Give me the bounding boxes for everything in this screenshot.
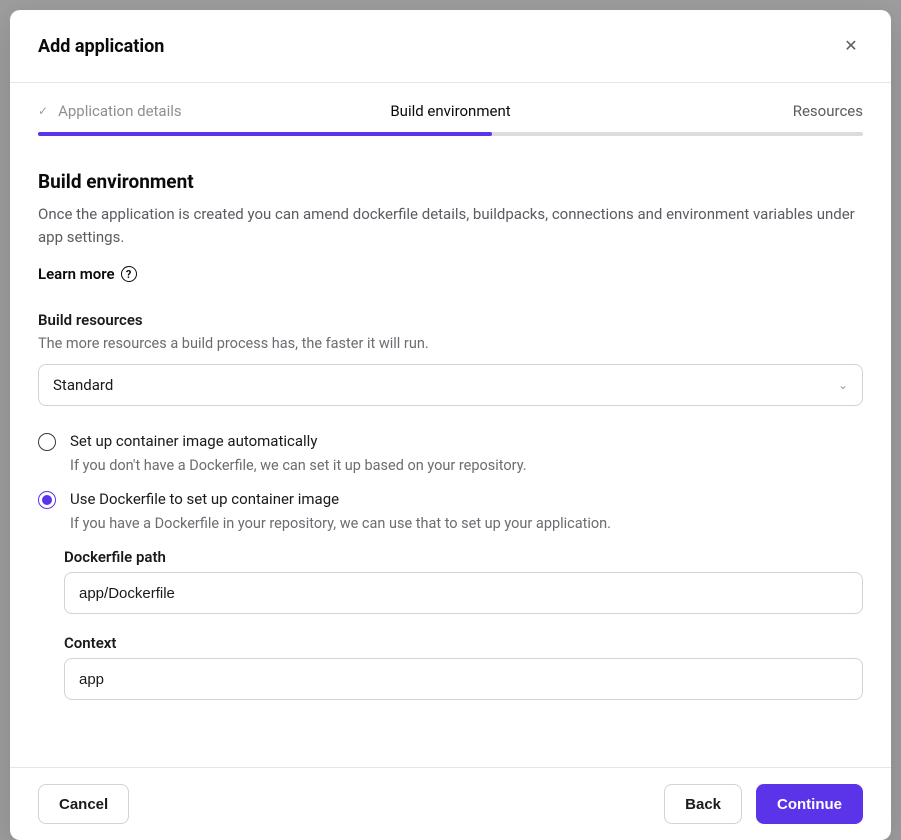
dockerfile-path-label: Dockerfile path bbox=[64, 548, 863, 566]
continue-button[interactable]: Continue bbox=[756, 784, 863, 824]
footer-right: Back Continue bbox=[664, 784, 863, 824]
dockerfile-path-input[interactable] bbox=[64, 572, 863, 614]
radio-dockerfile-setup[interactable]: Use Dockerfile to set up container image bbox=[38, 490, 863, 509]
cancel-button[interactable]: Cancel bbox=[38, 784, 129, 824]
container-setup-group: Set up container image automatically If … bbox=[38, 432, 863, 700]
context-label: Context bbox=[64, 634, 863, 652]
build-resources-hint: The more resources a build process has, … bbox=[38, 335, 863, 352]
chevron-down-icon: ⌄ bbox=[838, 378, 848, 392]
progress-track bbox=[38, 132, 863, 136]
back-button[interactable]: Back bbox=[664, 784, 742, 824]
step-label: Resources bbox=[793, 102, 863, 120]
step-resources[interactable]: Resources bbox=[588, 101, 863, 120]
build-resources-selected: Standard bbox=[53, 376, 113, 394]
context-input[interactable] bbox=[64, 658, 863, 700]
radio-icon-selected bbox=[38, 491, 56, 509]
radio-label: Set up container image automatically bbox=[70, 432, 317, 450]
radio-label: Use Dockerfile to set up container image bbox=[70, 490, 339, 508]
progress-fill bbox=[38, 132, 492, 136]
add-application-modal: Add application ✕ ✓ Application details … bbox=[10, 10, 891, 840]
step-application-details[interactable]: ✓ Application details bbox=[38, 102, 313, 120]
check-icon: ✓ bbox=[38, 104, 48, 118]
build-resources-select[interactable]: Standard ⌄ bbox=[38, 364, 863, 406]
learn-more-label: Learn more bbox=[38, 265, 115, 283]
step-build-environment[interactable]: Build environment bbox=[313, 101, 588, 120]
radio-dockerfile-sub: If you have a Dockerfile in your reposit… bbox=[70, 515, 863, 532]
modal-title: Add application bbox=[38, 36, 164, 57]
wizard-steps: ✓ Application details Build environment … bbox=[10, 83, 891, 120]
learn-more-link[interactable]: Learn more ? bbox=[38, 265, 137, 283]
section-title: Build environment bbox=[38, 170, 863, 193]
modal-content: Build environment Once the application i… bbox=[10, 136, 891, 767]
section-description: Once the application is created you can … bbox=[38, 203, 863, 248]
step-label: Build environment bbox=[390, 102, 510, 120]
step-label: Application details bbox=[58, 102, 182, 120]
modal-header: Add application ✕ bbox=[10, 10, 891, 83]
modal-footer: Cancel Back Continue bbox=[10, 767, 891, 840]
progress-bar bbox=[10, 120, 891, 136]
dockerfile-fields: Dockerfile path Context bbox=[64, 548, 863, 700]
close-button[interactable]: ✕ bbox=[839, 34, 863, 58]
radio-auto-sub: If you don't have a Dockerfile, we can s… bbox=[70, 457, 863, 474]
build-resources-label: Build resources bbox=[38, 311, 863, 329]
help-icon: ? bbox=[121, 266, 137, 282]
close-icon: ✕ bbox=[844, 36, 857, 56]
radio-icon bbox=[38, 433, 56, 451]
radio-auto-setup[interactable]: Set up container image automatically bbox=[38, 432, 863, 451]
radio-inner bbox=[42, 495, 52, 505]
